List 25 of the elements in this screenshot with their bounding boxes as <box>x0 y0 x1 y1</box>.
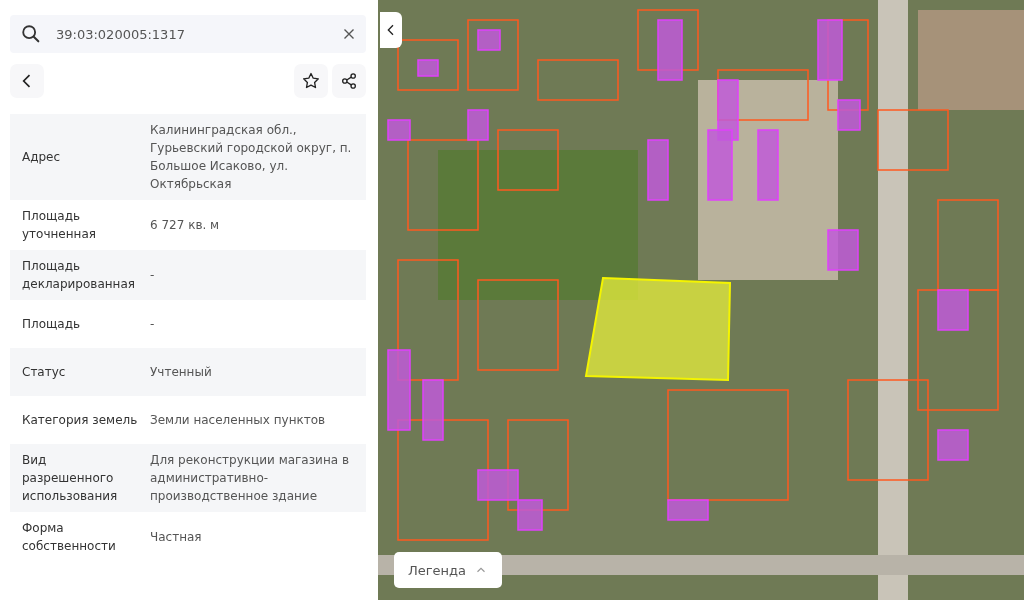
property-value: - <box>149 267 156 284</box>
property-value: Учтенный <box>149 364 213 381</box>
property-value: Калининградская обл., Гурьевский городской округ, п. Большое Исаково, ул. Октябрьская <box>149 122 353 193</box>
favorite-button[interactable] <box>294 64 328 98</box>
property-label: Вид разрешенного использования <box>21 452 119 505</box>
property-value: Для реконструкции магазина в административно-производственное здание <box>149 452 350 505</box>
property-label: Категория земель <box>21 412 139 429</box>
back-button[interactable] <box>10 64 44 98</box>
property-value: 6 727 кв. м <box>149 217 221 234</box>
property-value: Земли населенных пунктов <box>149 412 327 429</box>
collapse-panel-button[interactable] <box>380 12 402 48</box>
property-label: Площадь декларированная <box>21 258 136 293</box>
property-value: - <box>149 316 156 333</box>
legend-button[interactable]: Легенда <box>394 552 503 588</box>
star-icon <box>301 71 321 91</box>
search-icon <box>20 23 42 45</box>
property-label: Адрес <box>21 149 62 166</box>
property-label: Форма собственности <box>21 520 117 555</box>
search-field[interactable]: 39:03:020005:1317 <box>10 15 366 53</box>
property-label: Площадь <box>21 316 82 333</box>
share-icon <box>339 71 359 91</box>
share-button[interactable] <box>332 64 366 98</box>
property-value: Частная <box>149 529 203 546</box>
property-label: Статус <box>21 364 67 381</box>
property-label: Площадь уточненная <box>21 208 97 243</box>
